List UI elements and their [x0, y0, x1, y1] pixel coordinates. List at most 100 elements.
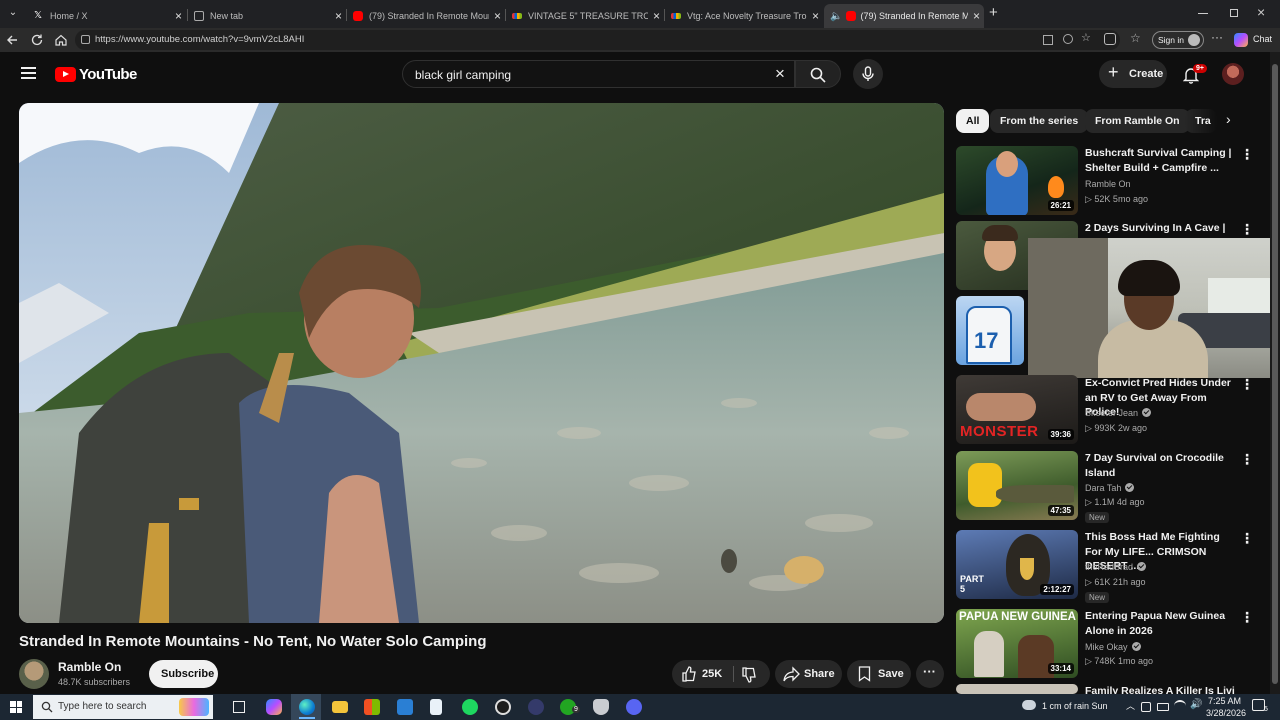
network-icon[interactable] — [1141, 702, 1151, 712]
chat-app-icon[interactable] — [626, 699, 642, 715]
browser-tab[interactable]: (79) Stranded In Remote Mountains × — [347, 4, 505, 28]
recommendation-thumbnail[interactable]: 17 — [956, 296, 1024, 365]
app-available-icon[interactable] — [1043, 35, 1053, 45]
browser-tab-active[interactable]: 🔈 (79) Stranded In Remote Mou × — [824, 4, 984, 28]
close-tab-icon[interactable]: × — [653, 9, 660, 23]
create-button[interactable]: + Create — [1099, 60, 1167, 88]
microsoft-store-icon[interactable] — [364, 699, 380, 715]
dislike-button[interactable] — [735, 660, 770, 688]
recommendation-title[interactable]: Entering Papua New Guinea Alone in 2026 — [1085, 609, 1235, 638]
back-arrow-icon[interactable] — [4, 32, 20, 48]
more-vert-icon[interactable]: ⋮ — [1240, 531, 1254, 545]
recommendation-title[interactable]: 7 Day Survival on Crocodile Island — [1085, 451, 1235, 480]
close-tab-icon[interactable]: × — [812, 9, 819, 23]
more-actions-button[interactable]: ··· — [916, 660, 944, 688]
channel-name[interactable]: Ramble On — [58, 660, 121, 674]
task-view-icon[interactable] — [233, 701, 245, 713]
windows-start-icon[interactable] — [10, 701, 22, 713]
restore-window-button[interactable] — [1230, 9, 1238, 17]
more-vert-icon[interactable]: ⋮ — [1240, 147, 1254, 161]
spotify-icon[interactable] — [462, 699, 478, 715]
minimize-window-button[interactable] — [1198, 13, 1208, 14]
more-vert-icon[interactable]: ⋮ — [1240, 222, 1254, 236]
recommendation-thumbnail[interactable]: MONSTER 39:36 — [956, 375, 1078, 444]
search-button[interactable] — [795, 60, 841, 88]
recommendation-channel[interactable]: Mike Okay — [1085, 642, 1141, 652]
browser-tab[interactable]: VINTAGE 5" TREASURE TROLL DO × — [506, 4, 664, 28]
browser-tab[interactable]: 𝕏 Home / X × — [28, 4, 186, 28]
address-bar[interactable]: https://www.youtube.com/watch?v=9vmV2cL8… — [75, 30, 1120, 50]
more-vert-icon[interactable]: ⋮ — [1240, 610, 1254, 624]
app-icon-recorder[interactable] — [495, 699, 511, 715]
scrollbar-thumb[interactable] — [1272, 64, 1278, 684]
close-tab-icon[interactable]: × — [494, 9, 501, 23]
chat-label[interactable]: Chat — [1253, 34, 1272, 44]
chip-from-the-series[interactable]: From the series — [990, 109, 1089, 133]
recommendation-channel[interactable]: Ramble On — [1085, 179, 1131, 189]
weather-text[interactable]: 1 cm of rain Sun — [1042, 701, 1108, 711]
favorite-star-icon[interactable]: ☆ — [1081, 31, 1091, 44]
zoom-icon[interactable] — [1063, 34, 1073, 44]
taskbar-search-box[interactable]: Type here to search — [33, 695, 213, 719]
tab-list-chevron-icon[interactable]: ⌄ — [5, 7, 21, 23]
app-icon-arrow[interactable] — [528, 699, 544, 715]
notepad-icon[interactable] — [430, 699, 442, 715]
new-tab-button[interactable]: + — [989, 4, 998, 21]
close-tab-icon[interactable]: × — [335, 9, 342, 23]
chip-all[interactable]: All — [956, 109, 990, 133]
copilot-taskbar-icon[interactable] — [266, 699, 282, 715]
recommendation-thumbnail[interactable]: PART 5 2:12:27 — [956, 530, 1078, 599]
save-button[interactable]: Save — [847, 660, 911, 688]
mail-icon[interactable] — [397, 699, 413, 715]
video-player[interactable] — [19, 103, 944, 623]
recommendation-channel[interactable]: theRadBrad — [1085, 562, 1147, 572]
extensions-icon[interactable] — [1104, 33, 1116, 45]
shield-icon[interactable] — [593, 699, 609, 715]
recommendation-channel[interactable]: Dara Tah — [1085, 483, 1135, 493]
recommendation-thumbnail[interactable]: 26:21 — [956, 146, 1078, 215]
close-tab-icon[interactable]: × — [973, 9, 980, 23]
account-avatar[interactable] — [1222, 63, 1244, 85]
close-tab-icon[interactable]: × — [175, 9, 182, 23]
home-icon[interactable] — [53, 32, 69, 48]
chips-next-chevron-icon[interactable]: › — [1226, 111, 1231, 127]
voice-search-button[interactable] — [853, 59, 883, 89]
file-explorer-icon[interactable] — [332, 701, 348, 713]
recommendation-title[interactable]: 2 Days Surviving In A Cave | — [1085, 221, 1235, 236]
channel-avatar[interactable] — [19, 659, 49, 689]
recommendation-thumbnail[interactable]: PAPUA NEW GUINEA 33:14 — [956, 609, 1078, 678]
share-button[interactable]: Share — [775, 660, 842, 688]
recommendation-thumbnail[interactable]: 47:35 — [956, 451, 1078, 520]
more-vert-icon[interactable]: ⋮ — [1240, 452, 1254, 466]
reload-icon[interactable] — [29, 32, 45, 48]
more-vert-icon[interactable]: ⋮ — [1240, 377, 1254, 391]
search-input[interactable]: black girl camping × — [402, 60, 795, 88]
wifi-icon[interactable] — [1174, 700, 1186, 712]
like-button[interactable]: 25K — [672, 660, 732, 688]
volume-icon[interactable]: 🔊 — [1190, 699, 1202, 710]
favorites-icon[interactable]: ☆ — [1130, 31, 1141, 45]
clock-time[interactable]: 7:25 AM — [1208, 696, 1241, 706]
site-info-icon[interactable] — [81, 35, 90, 44]
clock-date[interactable]: 3/28/2026 — [1206, 708, 1246, 718]
copilot-icon[interactable] — [1234, 33, 1248, 47]
subscribe-button[interactable]: Subscribe — [149, 660, 218, 688]
page-scrollbar[interactable] — [1270, 52, 1280, 694]
close-window-button[interactable]: × — [1257, 4, 1265, 20]
youtube-logo[interactable]: YouTube — [55, 66, 137, 83]
browser-menu-icon[interactable]: ··· — [1211, 30, 1223, 44]
browser-tab[interactable]: New tab × — [188, 4, 346, 28]
tray-chevron-icon[interactable]: ︿ — [1126, 699, 1135, 712]
chip-partial[interactable]: Tra — [1185, 109, 1217, 133]
sign-in-button[interactable]: Sign in — [1152, 31, 1204, 49]
clear-search-icon[interactable]: × — [775, 64, 785, 84]
weather-icon[interactable] — [1022, 700, 1036, 710]
speaker-icon[interactable]: 🔈 — [830, 11, 842, 22]
recommendation-title[interactable]: Bushcraft Survival Camping | Shelter Bui… — [1085, 146, 1235, 175]
recommendation-thumbnail[interactable] — [956, 684, 1078, 694]
recommendation-channel[interactable]: Skeeter Jean — [1085, 408, 1152, 418]
hamburger-menu-icon[interactable] — [21, 67, 36, 79]
edge-browser-icon[interactable] — [299, 699, 315, 715]
battery-icon[interactable] — [1157, 703, 1169, 711]
recommendation-title[interactable]: Family Realizes A Killer Is Living — [1085, 684, 1235, 694]
